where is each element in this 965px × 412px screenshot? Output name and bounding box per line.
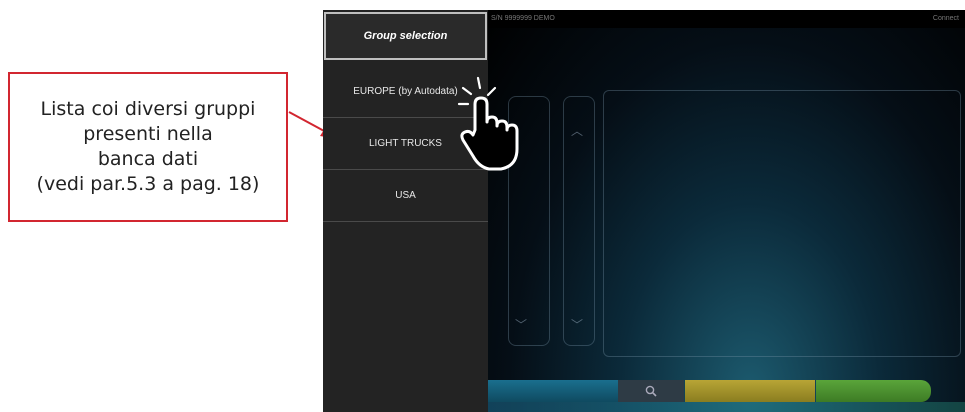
annotation-callout: Lista coi diversi gruppi presenti nella … [8, 72, 288, 222]
sidebar-header: Group selection [324, 12, 487, 60]
callout-line: banca dati [97, 148, 199, 170]
bottom-bar-blue[interactable] [488, 380, 618, 402]
connection-status: Connect [932, 15, 959, 22]
app-screen: S/N 9999999 DEMO Connect ︿ ﹀ ﹀ Group sel… [323, 10, 965, 412]
bottom-glow [488, 402, 965, 412]
callout-line: Lista coi diversi gruppi [40, 98, 256, 120]
callout-line: (vedi par.5.3 a pag. 18) [36, 173, 260, 195]
sidebar-item-label: USA [395, 190, 416, 201]
bottom-bar-yellow-button[interactable] [685, 380, 815, 402]
callout-line: presenti nella [83, 123, 213, 145]
sidebar-item-usa[interactable]: USA [323, 170, 488, 222]
group-selection-sidebar: Group selection EUROPE (by Autodata) LIG… [323, 10, 488, 412]
search-button[interactable] [618, 380, 684, 402]
chevron-down-icon[interactable]: ﹀ [571, 316, 583, 333]
selector-frame [603, 90, 961, 357]
serial-number: S/N 9999999 DEMO [491, 15, 555, 22]
sidebar-item-label: LIGHT TRUCKS [369, 138, 442, 149]
chevron-down-icon[interactable]: ﹀ [515, 316, 527, 333]
pointing-hand-icon [457, 76, 519, 171]
sidebar-item-label: EUROPE (by Autodata) [353, 86, 458, 97]
bottom-bar-green-button[interactable] [816, 380, 931, 402]
search-icon [645, 385, 657, 397]
chevron-up-icon[interactable]: ︿ [571, 122, 583, 139]
